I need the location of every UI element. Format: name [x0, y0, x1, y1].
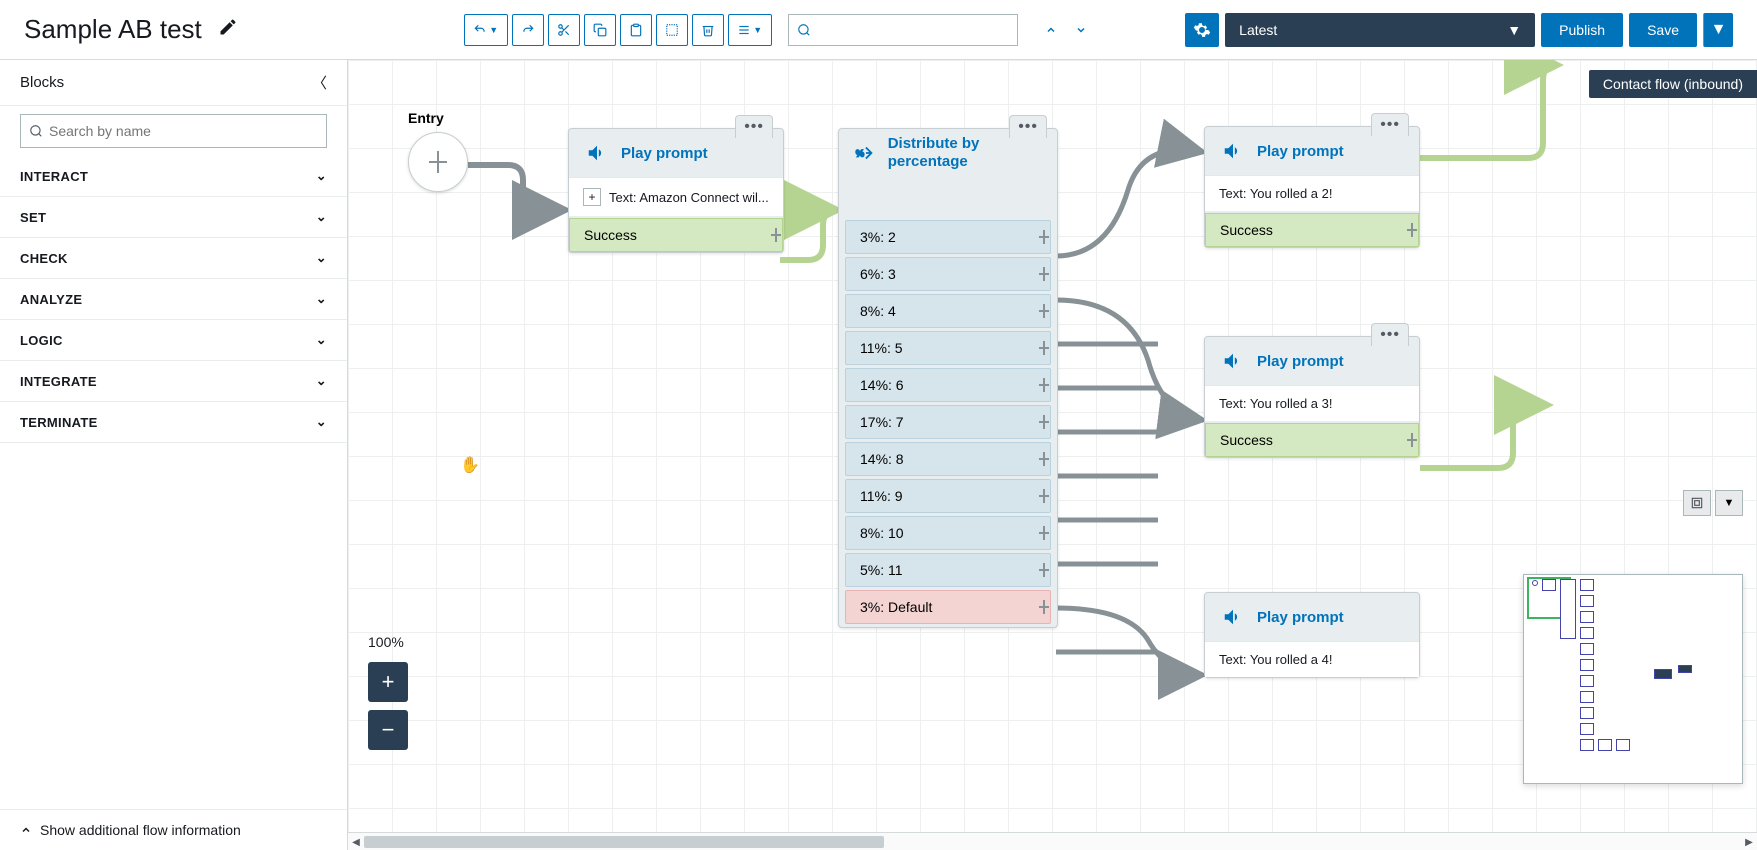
output-success[interactable]: Success — [1205, 423, 1419, 457]
svg-text:%: % — [856, 149, 864, 159]
output-branch[interactable]: 11%: 9 — [845, 479, 1051, 513]
show-flow-info-button[interactable]: Show additional flow information — [0, 809, 347, 850]
save-button[interactable]: Save — [1629, 13, 1697, 47]
audio-icon — [1219, 137, 1247, 165]
chevron-down-icon: ▼ — [1507, 22, 1521, 38]
search-icon — [797, 23, 811, 37]
settings-button[interactable] — [1185, 13, 1219, 47]
fit-view-button[interactable] — [1683, 490, 1711, 516]
chevron-down-icon: ⌄ — [316, 414, 327, 430]
audio-icon — [1219, 347, 1247, 375]
output-branch[interactable]: 3%: 2 — [845, 220, 1051, 254]
node-title: Play prompt — [1257, 353, 1344, 370]
category-interact[interactable]: INTERACT⌄ — [0, 156, 347, 197]
node-title: Play prompt — [621, 145, 708, 162]
output-default[interactable]: 3%: Default — [845, 590, 1051, 624]
audio-icon — [1219, 603, 1247, 631]
delete-button[interactable] — [692, 14, 724, 46]
chevron-down-icon: ⌄ — [316, 168, 327, 184]
category-integrate[interactable]: INTEGRATE⌄ — [0, 361, 347, 402]
node-play-prompt-3[interactable]: ••• Play prompt Text: You rolled a 3! Su… — [1204, 336, 1420, 458]
canvas-search-input[interactable] — [817, 22, 1009, 38]
node-title: Play prompt — [1257, 609, 1344, 626]
cut-button[interactable] — [548, 14, 580, 46]
chevron-up-icon — [20, 824, 32, 836]
node-body-text: Text: You rolled a 2! — [1219, 186, 1332, 201]
output-branch[interactable]: 11%: 5 — [845, 331, 1051, 365]
node-body-text: Text: You rolled a 4! — [1219, 652, 1332, 667]
entry-label: Entry — [408, 110, 468, 126]
node-body-text: Text: You rolled a 3! — [1219, 396, 1332, 411]
publish-button[interactable]: Publish — [1541, 13, 1623, 47]
node-title: Play prompt — [1257, 143, 1344, 160]
node-distribute-percentage[interactable]: ••• % Distribute by percentage 3%: 2 6%:… — [838, 128, 1058, 628]
redo-button[interactable] — [512, 14, 544, 46]
zoom-level: 100% — [368, 634, 408, 650]
node-play-prompt-4[interactable]: Play prompt Text: You rolled a 4! — [1204, 592, 1420, 678]
chevron-down-icon: ⌄ — [316, 250, 327, 266]
chevron-down-icon: ⌄ — [316, 373, 327, 389]
output-success[interactable]: Success — [569, 218, 783, 252]
search-prev-button[interactable] — [1038, 14, 1064, 46]
hand-cursor-icon: ✋ — [460, 455, 480, 475]
output-branch[interactable]: 17%: 7 — [845, 405, 1051, 439]
split-icon: % — [853, 139, 878, 167]
scrollbar-thumb[interactable] — [364, 836, 884, 848]
category-logic[interactable]: LOGIC⌄ — [0, 320, 347, 361]
category-analyze[interactable]: ANALYZE⌄ — [0, 279, 347, 320]
arrange-button[interactable]: ▼ — [728, 14, 772, 46]
scroll-right-button[interactable]: ▶ — [1741, 833, 1757, 850]
blocks-search-input[interactable] — [49, 123, 318, 139]
undo-button[interactable]: ▼ — [464, 14, 508, 46]
chevron-down-icon: ⌄ — [316, 291, 327, 307]
chevron-down-icon: ⌄ — [316, 332, 327, 348]
zoom-in-button[interactable]: + — [368, 662, 408, 702]
output-branch[interactable]: 8%: 10 — [845, 516, 1051, 550]
search-icon — [29, 124, 43, 138]
save-dropdown[interactable]: ▼ — [1703, 13, 1733, 47]
sidebar-header: Blocks — [20, 74, 64, 91]
entry-node[interactable]: Entry — [408, 110, 468, 192]
output-branch[interactable]: 6%: 3 — [845, 257, 1051, 291]
expand-button[interactable]: + — [583, 188, 601, 206]
output-branch[interactable]: 14%: 8 — [845, 442, 1051, 476]
entry-port[interactable] — [408, 132, 468, 192]
version-select[interactable]: Latest ▼ — [1225, 13, 1535, 47]
category-set[interactable]: SET⌄ — [0, 197, 347, 238]
search-next-button[interactable] — [1068, 14, 1094, 46]
output-branch[interactable]: 8%: 4 — [845, 294, 1051, 328]
scroll-left-button[interactable]: ◀ — [348, 833, 364, 850]
category-terminate[interactable]: TERMINATE⌄ — [0, 402, 347, 443]
paste-button[interactable] — [620, 14, 652, 46]
flow-canvas[interactable]: Contact flow (inbound) — [348, 60, 1757, 850]
output-branch[interactable]: 14%: 6 — [845, 368, 1051, 402]
chevron-down-icon: ⌄ — [316, 209, 327, 225]
copy-button[interactable] — [584, 14, 616, 46]
zoom-out-button[interactable]: − — [368, 710, 408, 750]
collapse-sidebar-button[interactable]: 〈 — [312, 72, 327, 93]
output-branch[interactable]: 5%: 11 — [845, 553, 1051, 587]
flow-title: Sample AB test — [24, 14, 202, 45]
show-info-label: Show additional flow information — [40, 822, 241, 838]
select-all-button[interactable] — [656, 14, 688, 46]
canvas-search[interactable] — [788, 14, 1018, 46]
audio-icon — [583, 139, 611, 167]
minimap-dropdown[interactable]: ▼ — [1715, 490, 1743, 516]
blocks-search[interactable] — [20, 114, 327, 148]
edit-icon[interactable] — [218, 17, 238, 42]
node-play-prompt-1[interactable]: ••• Play prompt + Text: Amazon Connect w… — [568, 128, 784, 253]
output-success[interactable]: Success — [1205, 213, 1419, 247]
version-label: Latest — [1239, 22, 1277, 38]
node-title: Distribute by percentage — [888, 135, 1043, 171]
node-body-text: Text: Amazon Connect wil... — [609, 190, 769, 205]
node-play-prompt-2[interactable]: ••• Play prompt Text: You rolled a 2! Su… — [1204, 126, 1420, 248]
blocks-sidebar: Blocks 〈 INTERACT⌄ SET⌄ CHECK⌄ ANALYZE⌄ … — [0, 60, 348, 850]
horizontal-scrollbar[interactable]: ◀ ▶ — [348, 832, 1757, 850]
minimap[interactable] — [1523, 574, 1743, 784]
flow-type-badge: Contact flow (inbound) — [1589, 70, 1757, 98]
category-check[interactable]: CHECK⌄ — [0, 238, 347, 279]
